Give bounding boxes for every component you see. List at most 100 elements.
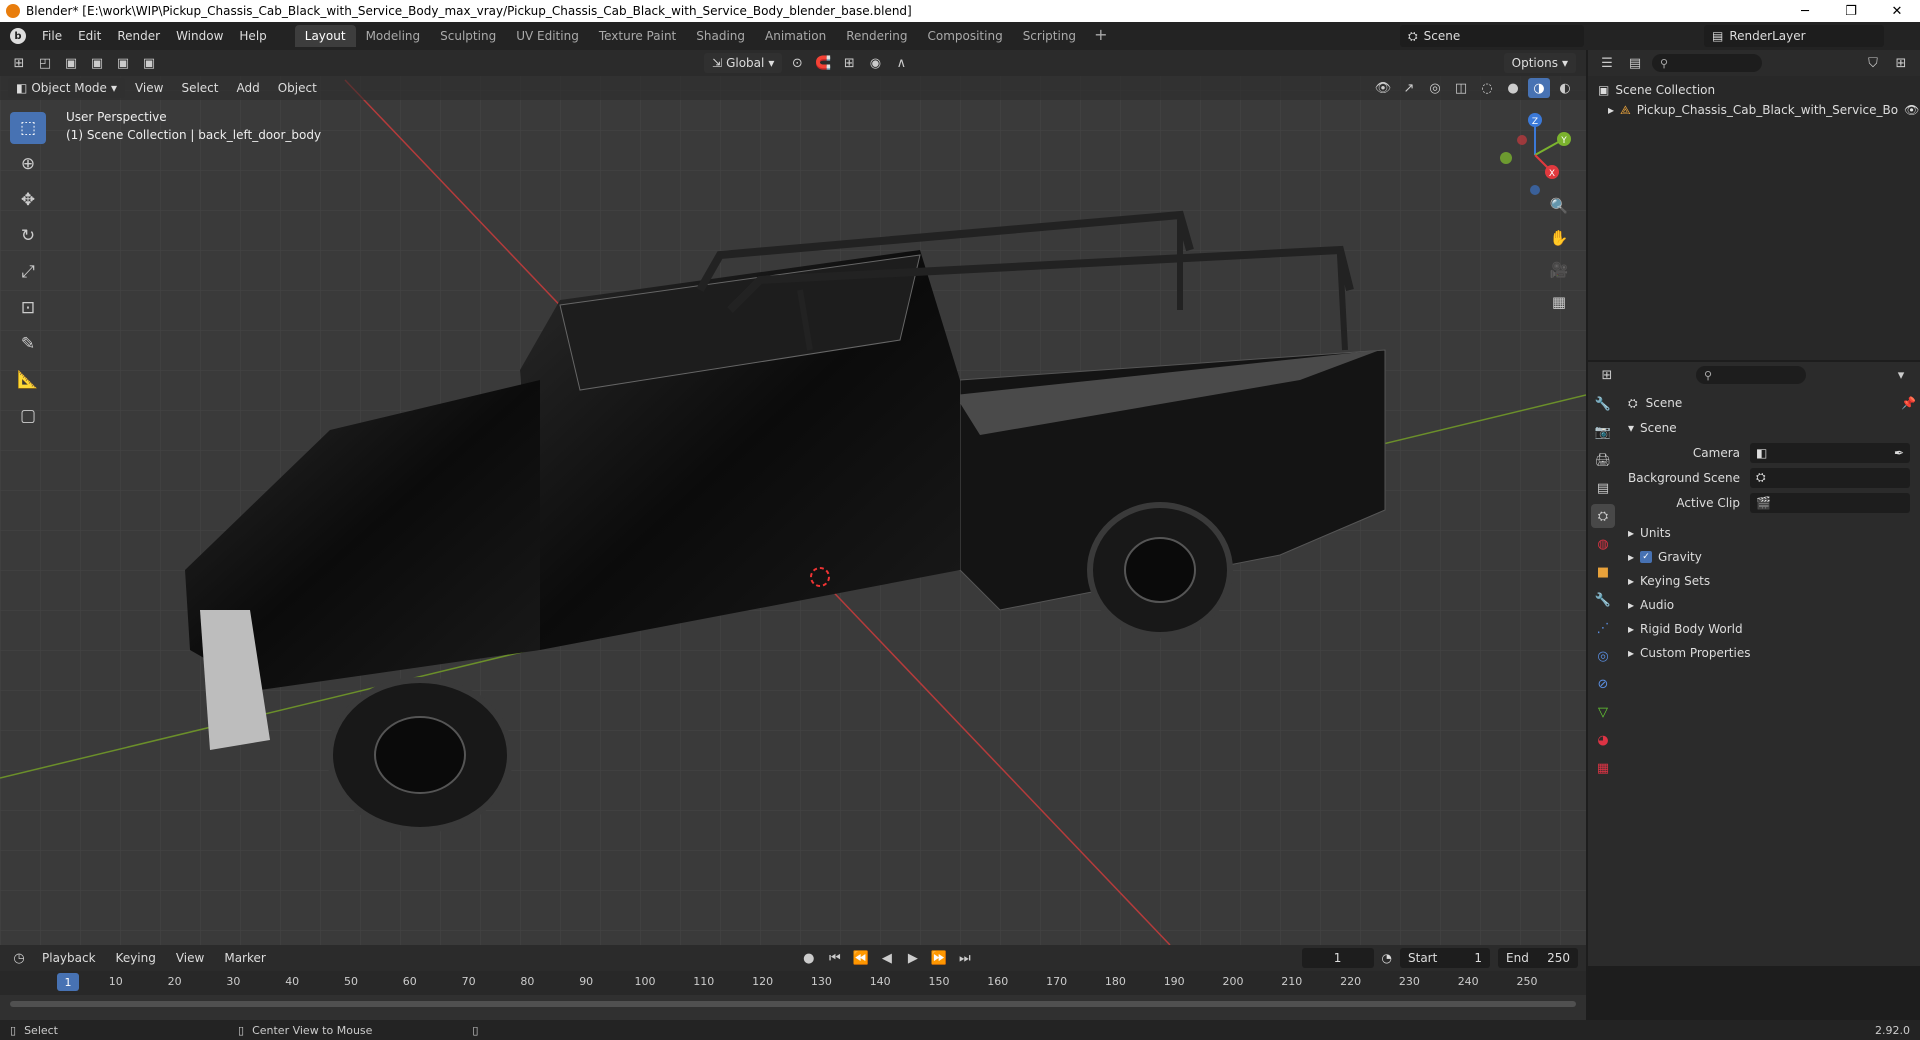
properties-search-input[interactable]: ⚲ (1696, 366, 1806, 384)
camera-view-icon[interactable]: 🎥 (1546, 258, 1572, 282)
modifier-tab-icon[interactable]: 🔧 (1591, 588, 1615, 612)
tab-modeling[interactable]: Modeling (356, 25, 431, 47)
menu-render[interactable]: Render (109, 29, 168, 43)
solid-shading-icon[interactable]: ● (1502, 78, 1524, 98)
tab-uv-editing[interactable]: UV Editing (506, 25, 589, 47)
gizmo-toggle-icon[interactable]: ↗ (1398, 78, 1420, 98)
object-tab-icon[interactable]: ■ (1591, 560, 1615, 584)
menu-select[interactable]: Select (173, 81, 226, 95)
restore-button[interactable]: ❐ (1828, 0, 1874, 22)
minimize-button[interactable]: ─ (1782, 0, 1828, 22)
gravity-checkbox[interactable]: ✓ (1640, 551, 1653, 563)
particles-tab-icon[interactable]: ⋰ (1591, 616, 1615, 640)
pin-icon[interactable]: 📌 (1901, 396, 1916, 410)
world-tab-icon[interactable]: ◍ (1591, 532, 1615, 556)
visibility-icon[interactable]: 👁 (1372, 78, 1394, 98)
record-icon[interactable]: ● (798, 948, 820, 968)
navigation-gizmo[interactable]: Z Y X (1490, 110, 1580, 200)
tab-layout[interactable]: Layout (294, 25, 356, 47)
tab-rendering[interactable]: Rendering (836, 25, 917, 47)
xray-icon[interactable]: ◫ (1450, 78, 1472, 98)
transform-tool-icon[interactable]: ⊡ (10, 292, 46, 324)
annotate-tool-icon[interactable]: ✎ (10, 328, 46, 360)
material-tab-icon[interactable]: ◕ (1591, 728, 1615, 752)
outliner-item[interactable]: ▸ ⟁ Pickup_Chassis_Cab_Black_with_Servic… (1598, 100, 1919, 120)
menu-file[interactable]: File (34, 29, 70, 43)
scene-collection-row[interactable]: ▣ Scene Collection (1598, 80, 1910, 100)
add-workspace-button[interactable]: + (1086, 25, 1115, 47)
tool-tab-icon[interactable]: 🔧 (1591, 392, 1615, 416)
new-collection-icon[interactable]: ⊞ (1890, 53, 1912, 73)
menu-help[interactable]: Help (231, 29, 274, 43)
prev-keyframe-icon[interactable]: ⏪ (850, 948, 872, 968)
add-cube-tool-icon[interactable]: ▢ (10, 400, 46, 432)
jump-end-icon[interactable]: ⏭ (954, 948, 976, 968)
neg-x-axis-icon[interactable] (1517, 135, 1527, 145)
options-dropdown[interactable]: Options ▾ (1503, 53, 1576, 73)
menu-object[interactable]: Object (270, 81, 325, 95)
snap-target-icon[interactable]: ⊞ (838, 53, 860, 73)
expand-arrow-icon[interactable]: ▸ (1608, 103, 1614, 117)
select-box-tool-icon[interactable]: ⬚ (10, 112, 46, 144)
overlays-icon[interactable]: ◎ (1424, 78, 1446, 98)
3d-viewport[interactable]: ⊞ ◰ ▣ ▣ ▣ ▣ ⇲ Global ▾ ⊙ 🧲 ⊞ ◉ ∧ Options… (0, 50, 1586, 945)
snap-icon[interactable]: 🧲 (812, 53, 834, 73)
timeline-scrollbar[interactable] (10, 1001, 1576, 1007)
data-tab-icon[interactable]: ▽ (1591, 700, 1615, 724)
blender-menu-icon[interactable]: b (10, 28, 26, 44)
next-keyframe-icon[interactable]: ⏩ (928, 948, 950, 968)
tab-animation[interactable]: Animation (755, 25, 836, 47)
eyedropper-icon[interactable]: ✒ (1894, 446, 1904, 460)
play-icon[interactable]: ▶ (902, 948, 924, 968)
scene-selector[interactable]: ⛭ Scene (1400, 25, 1584, 47)
play-reverse-icon[interactable]: ◀ (876, 948, 898, 968)
editor-type-icon[interactable]: ⊞ (8, 53, 30, 73)
texture-tab-icon[interactable]: ▦ (1591, 756, 1615, 780)
outliner-editor-icon[interactable]: ☰ (1596, 53, 1618, 73)
menu-edit[interactable]: Edit (70, 29, 109, 43)
transform-orientation-dropdown[interactable]: ⇲ Global ▾ (704, 53, 783, 73)
keying-sets-panel-header[interactable]: ▸ Keying Sets (1620, 569, 1916, 593)
scene-panel-header[interactable]: ▾ Scene (1620, 416, 1916, 440)
mode-dropdown[interactable]: ◧ Object Mode ▾ (8, 78, 125, 98)
active-clip-field[interactable]: 🎬 (1750, 492, 1910, 513)
constraints-tab-icon[interactable]: ⊘ (1591, 672, 1615, 696)
end-frame-field[interactable]: End 250 (1498, 948, 1578, 968)
start-frame-field[interactable]: Start 1 (1400, 948, 1490, 968)
select-mode-new-icon[interactable]: ▣ (60, 53, 82, 73)
tab-scripting[interactable]: Scripting (1013, 25, 1086, 47)
rendered-shading-icon[interactable]: ◐ (1554, 78, 1576, 98)
select-mode-subtract-icon[interactable]: ▣ (112, 53, 134, 73)
select-box-mode-icon[interactable]: ◰ (34, 53, 56, 73)
menu-add[interactable]: Add (228, 81, 267, 95)
timeline-ruler[interactable]: 1 10 20 30 40 50 60 70 80 90 100 110 120 130 140 150 16… (0, 971, 1586, 995)
jump-start-icon[interactable]: ⏮ (824, 948, 846, 968)
scene-tab-icon[interactable]: ⛭ (1591, 504, 1615, 528)
current-frame-field[interactable]: 1 (1301, 948, 1374, 968)
render-tab-icon[interactable]: 📷 (1591, 420, 1615, 444)
menu-playback[interactable]: Playback (34, 951, 104, 965)
perspective-toggle-icon[interactable]: ▦ (1546, 290, 1572, 314)
wireframe-shading-icon[interactable]: ◌ (1476, 78, 1498, 98)
pan-hand-icon[interactable]: ✋ (1546, 226, 1572, 250)
rigid-body-world-panel-header[interactable]: ▸ Rigid Body World (1620, 617, 1916, 641)
tab-texture-paint[interactable]: Texture Paint (589, 25, 686, 47)
render-layer-selector[interactable]: ▤ RenderLayer (1704, 25, 1884, 47)
timeline-editor-icon[interactable]: ◷ (8, 948, 30, 968)
view-layer-tab-icon[interactable]: ▤ (1591, 476, 1615, 500)
eye-icon[interactable]: 👁 (1904, 103, 1919, 117)
select-mode-invert-icon[interactable]: ▣ (138, 53, 160, 73)
move-tool-icon[interactable]: ✥ (10, 184, 46, 216)
camera-field[interactable]: ◧ ✒ (1750, 442, 1910, 463)
background-scene-field[interactable]: ⛭ (1750, 467, 1910, 488)
gravity-panel-header[interactable]: ▸ ✓ Gravity (1620, 545, 1916, 569)
custom-properties-panel-header[interactable]: ▸ Custom Properties (1620, 641, 1916, 665)
tab-sculpting[interactable]: Sculpting (430, 25, 506, 47)
menu-marker[interactable]: Marker (216, 951, 273, 965)
output-tab-icon[interactable]: 🖨 (1591, 448, 1615, 472)
menu-timeline-view[interactable]: View (168, 951, 212, 965)
units-panel-header[interactable]: ▸ Units (1620, 521, 1916, 545)
filter-icon[interactable]: ⛉ (1862, 53, 1884, 73)
audio-panel-header[interactable]: ▸ Audio (1620, 593, 1916, 617)
neg-z-axis-icon[interactable] (1530, 185, 1540, 195)
